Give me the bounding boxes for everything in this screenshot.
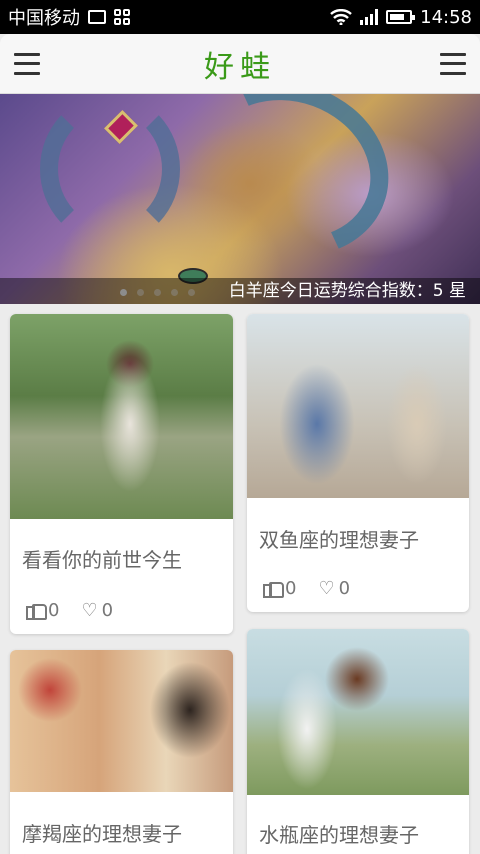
thumbs-up-icon xyxy=(263,580,284,598)
status-bar: 中国移动 14:58 xyxy=(0,0,480,34)
article-title: 双鱼座的理想妻子 xyxy=(259,528,419,552)
banner-caption: 白羊座今日运势综合指数：5 星 xyxy=(0,278,480,304)
article-card[interactable]: 双鱼座的理想妻子 0 ♡ 0 xyxy=(247,314,469,612)
heart-icon: ♡ xyxy=(81,599,98,621)
banner-image xyxy=(166,94,414,284)
battery-icon xyxy=(386,10,416,24)
app-notification-icon xyxy=(114,9,130,25)
favorite-count: 0 xyxy=(338,578,351,599)
thumbs-up-icon xyxy=(26,602,47,620)
favorite-count: 0 xyxy=(101,600,114,621)
article-photo xyxy=(247,314,469,498)
banner-image-detail xyxy=(40,94,180,244)
like-counter[interactable]: 0 xyxy=(26,600,59,621)
favorite-counter[interactable]: ♡ 0 xyxy=(318,578,350,599)
article-card[interactable]: 水瓶座的理想妻子 xyxy=(247,629,469,854)
article-title: 摩羯座的理想妻子 xyxy=(22,822,182,846)
menu-right-icon[interactable] xyxy=(440,52,466,75)
article-photo xyxy=(10,650,233,792)
app-title: 好蛙 xyxy=(204,49,276,85)
signal-icon xyxy=(360,9,379,25)
image-notification-icon xyxy=(88,10,106,24)
clock: 14:58 xyxy=(420,6,472,28)
article-stats: 0 ♡ 0 xyxy=(263,578,350,599)
article-title: 看看你的前世今生 xyxy=(22,548,182,572)
like-count: 0 xyxy=(48,600,60,621)
app-bar: 好蛙 xyxy=(0,34,480,94)
article-photo xyxy=(10,314,233,519)
article-title: 水瓶座的理想妻子 xyxy=(259,823,419,847)
article-photo xyxy=(247,629,469,795)
like-counter[interactable]: 0 xyxy=(263,578,296,599)
banner-carousel[interactable]: 白羊座今日运势综合指数：5 星 xyxy=(0,94,480,304)
wifi-icon xyxy=(330,9,352,25)
favorite-counter[interactable]: ♡ 0 xyxy=(81,600,113,621)
article-card[interactable]: 摩羯座的理想妻子 xyxy=(10,650,233,854)
article-stats: 0 ♡ 0 xyxy=(26,600,113,621)
heart-icon: ♡ xyxy=(318,577,335,599)
carrier-name: 中国移动 xyxy=(8,8,80,29)
article-card[interactable]: 看看你的前世今生 0 ♡ 0 xyxy=(10,314,233,634)
like-count: 0 xyxy=(285,578,297,599)
menu-left-icon[interactable] xyxy=(14,52,40,75)
